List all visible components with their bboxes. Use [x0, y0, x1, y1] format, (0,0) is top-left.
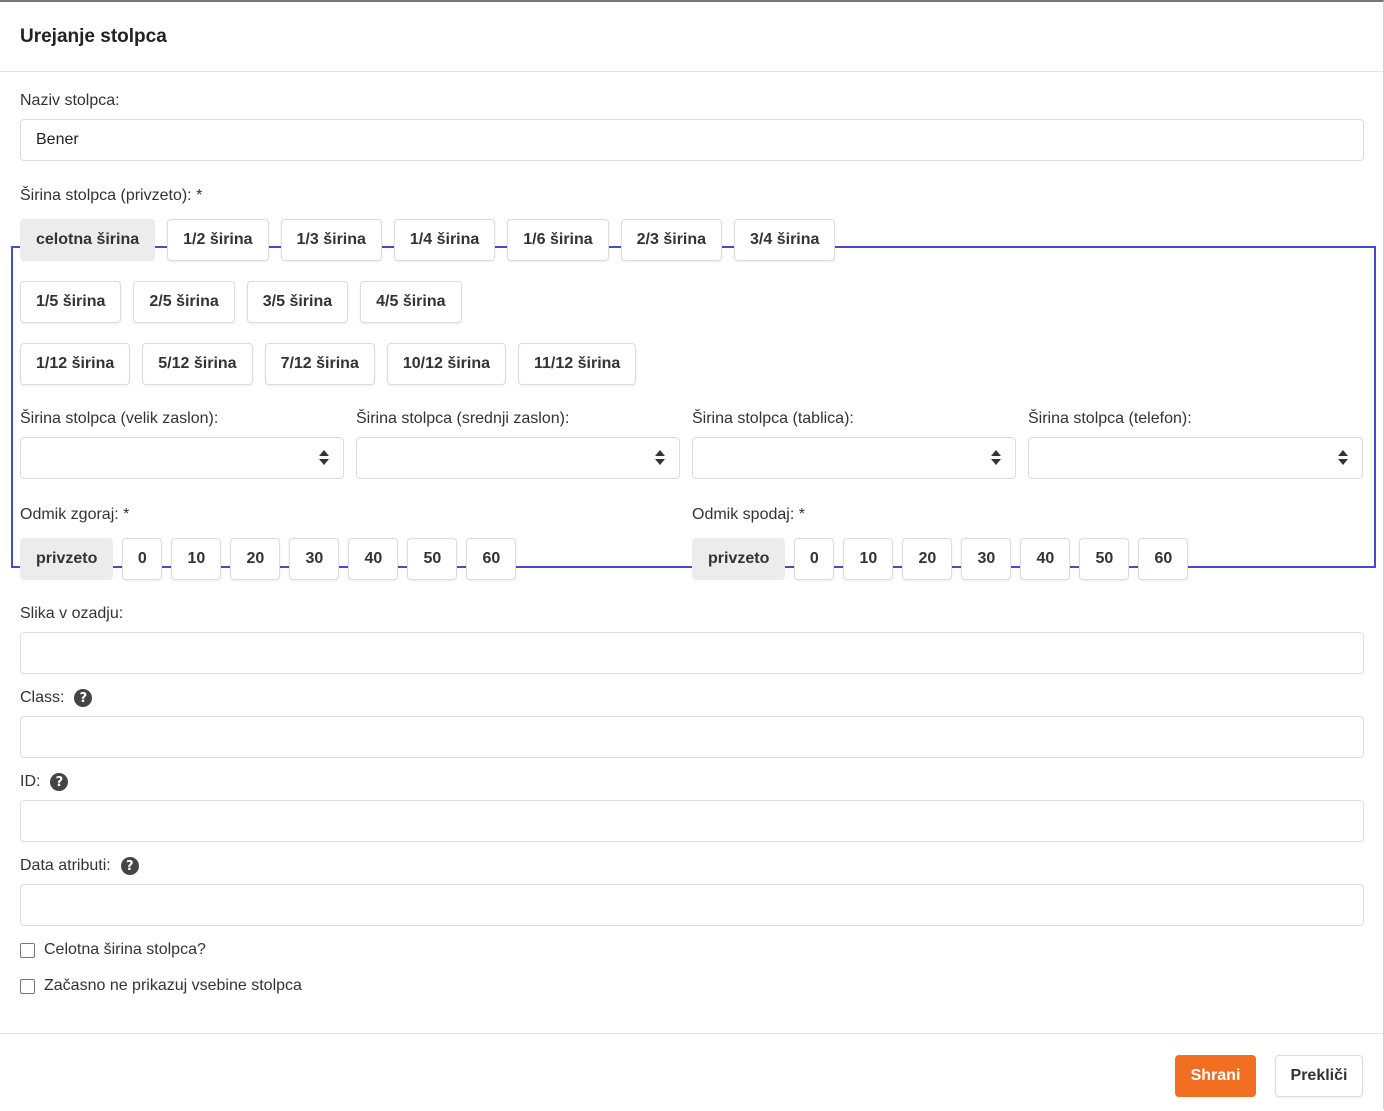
- width-option-2-5[interactable]: 2/5 širina: [133, 281, 235, 323]
- margin-bottom-0[interactable]: 0: [794, 538, 835, 580]
- margin-bottom-default[interactable]: privzeto: [692, 538, 786, 580]
- width-phone-label: Širina stolpca (telefon):: [1028, 410, 1192, 427]
- margin-bottom-50[interactable]: 50: [1079, 538, 1130, 580]
- question-circle-icon[interactable]: ?: [74, 689, 93, 707]
- dialog-title: Urejanje stolpca: [20, 25, 167, 47]
- width-option-11-12[interactable]: 11/12 širina: [518, 343, 637, 385]
- margin-bottom-options: privzeto 0 10 20 30 40 50 60: [692, 538, 1189, 580]
- cancel-button[interactable]: Prekliči: [1275, 1055, 1363, 1097]
- id-label-text: ID:: [20, 773, 41, 790]
- margin-top-20[interactable]: 20: [230, 538, 281, 580]
- margin-top-10[interactable]: 10: [171, 538, 222, 580]
- width-options-row-3: 1/12 širina 5/12 širina 7/12 širina 10/1…: [20, 343, 637, 385]
- background-image-input[interactable]: [20, 632, 1364, 674]
- id-input[interactable]: [20, 800, 1364, 842]
- width-option-2-3[interactable]: 2/3 širina: [620, 219, 723, 261]
- column-name-label: Naziv stolpca:: [20, 92, 120, 109]
- data-attributes-label-text: Data atributi:: [20, 857, 111, 874]
- margin-top-40[interactable]: 40: [348, 538, 399, 580]
- margin-bottom-60[interactable]: 60: [1138, 538, 1189, 580]
- select-arrows-icon: [1338, 450, 1348, 465]
- width-tablet-label: Širina stolpca (tablica):: [692, 410, 854, 427]
- width-large-label: Širina stolpca (velik zaslon):: [20, 410, 219, 427]
- question-circle-icon[interactable]: ?: [50, 773, 69, 791]
- width-option-3-5[interactable]: 3/5 širina: [246, 281, 349, 323]
- margin-top-50[interactable]: 50: [407, 538, 458, 580]
- margin-bottom-40[interactable]: 40: [1020, 538, 1071, 580]
- class-label-text: Class:: [20, 689, 65, 706]
- width-option-1-4[interactable]: 1/4 širina: [393, 219, 496, 261]
- width-option-1-6[interactable]: 1/6 širina: [507, 219, 609, 261]
- width-option-3-4[interactable]: 3/4 širina: [734, 219, 836, 261]
- hide-content-checkbox[interactable]: [20, 978, 35, 994]
- full-width-checkbox[interactable]: [20, 942, 35, 958]
- margin-top-30[interactable]: 30: [289, 538, 340, 580]
- margin-top-options: privzeto 0 10 20 30 40 50 60: [20, 538, 517, 580]
- margin-bottom-10[interactable]: 10: [843, 538, 894, 580]
- width-option-full[interactable]: celotna širina: [20, 219, 156, 261]
- margin-top-default[interactable]: privzeto: [20, 538, 114, 580]
- dialog-footer: Shrani Prekliči: [0, 1033, 1383, 1111]
- background-image-label: Slika v ozadju:: [20, 605, 124, 622]
- margin-bottom-30[interactable]: 30: [961, 538, 1012, 580]
- width-options-row-2: 1/5 širina 2/5 širina 3/5 širina 4/5 šir…: [20, 281, 462, 323]
- class-label: Class: ?: [20, 689, 93, 707]
- margin-bottom-20[interactable]: 20: [902, 538, 953, 580]
- dialog-header: Urejanje stolpca: [0, 2, 1383, 72]
- class-input[interactable]: [20, 716, 1364, 758]
- edit-column-dialog: Urejanje stolpca Naziv stolpca: Širina s…: [0, 0, 1384, 1109]
- width-option-1-5[interactable]: 1/5 širina: [20, 281, 122, 323]
- margin-top-0[interactable]: 0: [122, 538, 163, 580]
- hide-content-checkbox-label: Začasno ne prikazuj vsebine stolpca: [44, 977, 302, 994]
- margin-bottom-label: Odmik spodaj: *: [692, 506, 805, 523]
- width-large-select[interactable]: [20, 437, 344, 479]
- width-option-1-3[interactable]: 1/3 širina: [280, 219, 382, 261]
- width-option-10-12[interactable]: 10/12 širina: [386, 343, 507, 385]
- save-button[interactable]: Shrani: [1175, 1055, 1256, 1097]
- width-option-7-12[interactable]: 7/12 širina: [264, 343, 375, 385]
- select-arrows-icon: [655, 450, 665, 465]
- margin-top-60[interactable]: 60: [466, 538, 517, 580]
- data-attributes-input[interactable]: [20, 884, 1364, 926]
- hide-content-checkbox-row[interactable]: Začasno ne prikazuj vsebine stolpca: [20, 977, 302, 995]
- column-width-label: Širina stolpca (privzeto): *: [20, 187, 203, 204]
- question-circle-icon[interactable]: ?: [120, 857, 139, 875]
- select-arrows-icon: [991, 450, 1001, 465]
- select-arrows-icon: [319, 450, 329, 465]
- width-option-4-5[interactable]: 4/5 širina: [360, 281, 462, 323]
- width-medium-label: Širina stolpca (srednji zaslon):: [356, 410, 570, 427]
- column-name-input[interactable]: [20, 119, 1364, 161]
- margin-top-label: Odmik zgoraj: *: [20, 506, 130, 523]
- width-medium-select[interactable]: [356, 437, 680, 479]
- full-width-checkbox-label: Celotna širina stolpca?: [44, 941, 206, 958]
- width-tablet-select[interactable]: [692, 437, 1016, 479]
- width-option-1-2[interactable]: 1/2 širina: [167, 219, 269, 261]
- width-phone-select[interactable]: [1028, 437, 1363, 479]
- width-options-row-1: celotna širina 1/2 širina 1/3 širina 1/4…: [20, 219, 836, 261]
- width-option-5-12[interactable]: 5/12 širina: [142, 343, 253, 385]
- width-option-1-12[interactable]: 1/12 širina: [20, 343, 131, 385]
- data-attributes-label: Data atributi: ?: [20, 857, 139, 875]
- full-width-checkbox-row[interactable]: Celotna širina stolpca?: [20, 941, 206, 959]
- id-label: ID: ?: [20, 773, 69, 791]
